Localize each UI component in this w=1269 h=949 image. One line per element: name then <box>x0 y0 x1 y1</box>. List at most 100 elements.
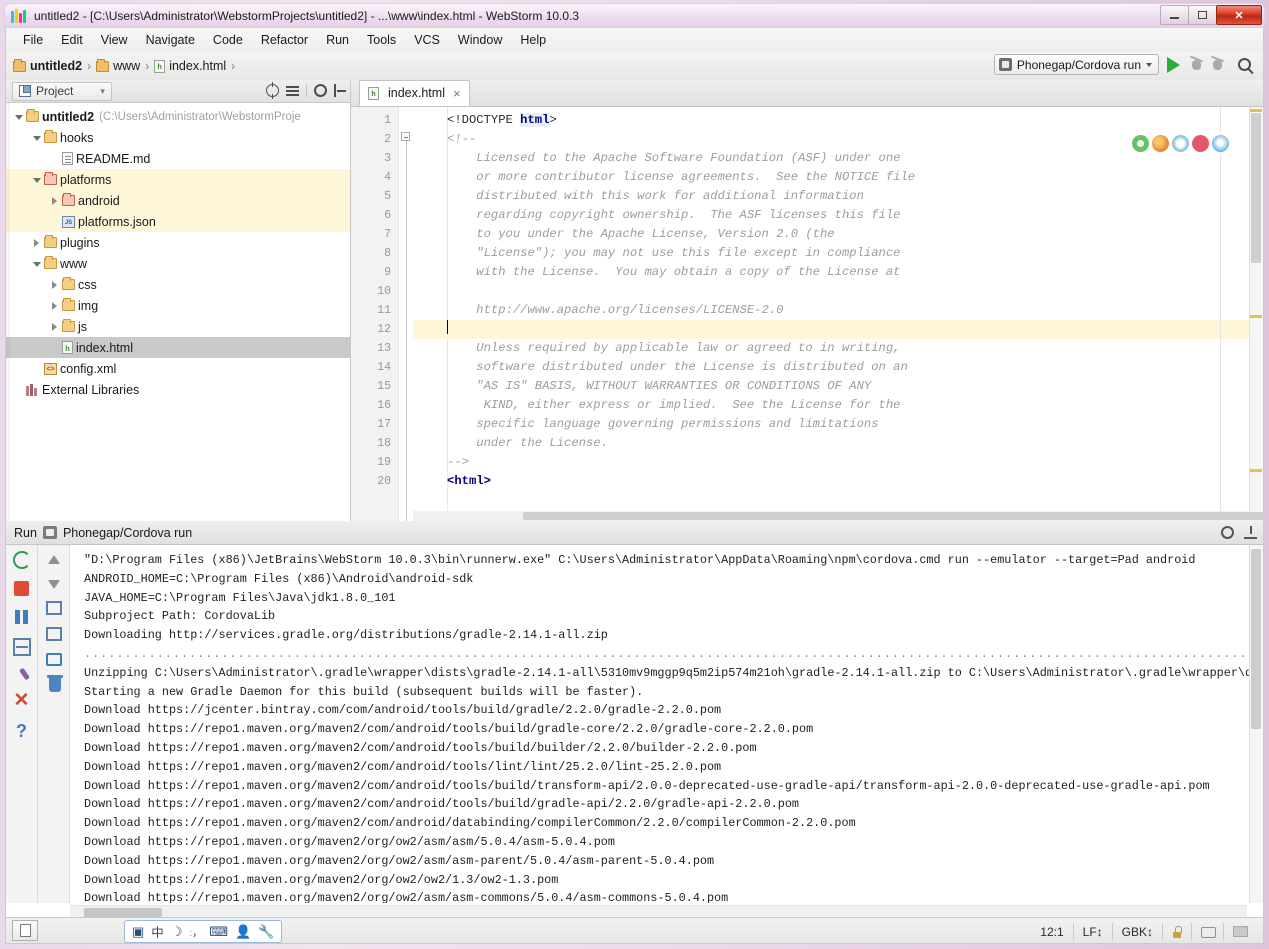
tree-node-external-libraries[interactable]: External Libraries <box>6 379 350 400</box>
soft-wrap-icon[interactable] <box>45 601 62 615</box>
tree-scrollbar[interactable] <box>6 103 10 521</box>
run-configuration-selector[interactable]: Phonegap/Cordova run <box>993 54 1159 75</box>
ime-toolbar[interactable]: ▣ 中 ☽ ː， ⌨ 👤 🔧 <box>124 920 283 943</box>
pin-icon[interactable] <box>18 667 30 681</box>
editor-scrollbar[interactable] <box>1249 107 1263 521</box>
breadcrumb-item-www[interactable]: www <box>113 59 140 73</box>
breadcrumb-item-untitled2[interactable]: untitled2 <box>30 59 82 73</box>
tree-node-index-html[interactable]: h index.html <box>6 337 350 358</box>
tree-node-plugins[interactable]: plugins <box>6 232 350 253</box>
chevron-down-icon[interactable] <box>30 173 44 187</box>
console-output[interactable]: "D:\Program Files (x86)\JetBrains\WebSto… <box>70 545 1263 903</box>
editor-marker-warning-2[interactable] <box>1250 469 1262 472</box>
tree-node-platforms[interactable]: platforms <box>6 169 350 190</box>
menu-navigate[interactable]: Navigate <box>137 30 204 50</box>
menu-refactor[interactable]: Refactor <box>252 30 317 50</box>
code-line[interactable]: under the License. <box>413 434 1263 453</box>
chevron-down-icon[interactable] <box>30 257 44 271</box>
fold-marker-comment[interactable] <box>401 132 410 141</box>
menu-file[interactable]: File <box>14 30 52 50</box>
editor-scrollbar-thumb[interactable] <box>1251 113 1261 263</box>
code-line[interactable] <box>413 320 1263 339</box>
pause-icon[interactable] <box>13 608 31 626</box>
close-button[interactable]: ✕ <box>1216 5 1262 25</box>
collapse-all-icon[interactable] <box>286 84 299 97</box>
chrome-icon[interactable] <box>1132 135 1149 152</box>
hide-icon[interactable] <box>1244 526 1257 539</box>
tree-node-config-xml[interactable]: <> config.xml <box>6 358 350 379</box>
hide-icon[interactable] <box>334 84 346 97</box>
firefox-icon[interactable] <box>1152 135 1169 152</box>
project-tab[interactable]: Project ▾ <box>12 81 112 101</box>
close-icon[interactable]: ✕ <box>13 691 31 710</box>
rerun-icon[interactable] <box>12 551 31 569</box>
tree-node-www[interactable]: www <box>6 253 350 274</box>
layout-icon[interactable] <box>12 638 31 656</box>
ime-punctuation-icon[interactable]: ː， <box>189 924 202 939</box>
toggle-tool-windows-button[interactable] <box>12 920 38 941</box>
menu-code[interactable]: Code <box>204 30 252 50</box>
code-editor[interactable]: 1 2 3 4 5 6 7 8 9 10 11 12 13 14 15 16 17 18 19 20 <!DOCTYP… <box>351 107 1263 521</box>
chevron-right-icon[interactable] <box>48 299 62 313</box>
file-encoding[interactable]: GBK↕ <box>1111 923 1162 940</box>
menu-view[interactable]: View <box>92 30 137 50</box>
menu-tools[interactable]: Tools <box>358 30 405 50</box>
code-content[interactable]: <!DOCTYPE html> <!-- Licensed to the Apac… <box>413 107 1263 521</box>
code-line[interactable]: KIND, either express or implied. See the… <box>413 396 1263 415</box>
code-line[interactable]: "License"); you may not use this file ex… <box>413 244 1263 263</box>
run-panel-config-name[interactable]: Phonegap/Cordova run <box>63 526 192 540</box>
menu-edit[interactable]: Edit <box>52 30 92 50</box>
ime-moon-icon[interactable]: ☽ <box>171 924 183 940</box>
ime-mode-label[interactable]: 中 <box>151 922 164 941</box>
keyboard-icon[interactable]: ⌨ <box>209 924 228 940</box>
chevron-down-icon[interactable]: ▾ <box>100 86 105 97</box>
code-folding-gutter[interactable] <box>399 107 413 521</box>
database-icon[interactable] <box>1201 925 1216 938</box>
code-line[interactable]: software distributed under the License i… <box>413 358 1263 377</box>
opera-icon[interactable] <box>1192 135 1209 152</box>
breadcrumb-item-index-html[interactable]: index.html <box>169 59 226 73</box>
explorer-icon[interactable] <box>1212 135 1229 152</box>
minimize-button[interactable] <box>1160 5 1189 25</box>
search-icon[interactable] <box>1238 58 1251 71</box>
code-line[interactable]: with the License. You may obtain a copy … <box>413 263 1263 282</box>
console-scrollbar-thumb[interactable] <box>1251 549 1261 729</box>
tree-node-platforms-json[interactable]: JS platforms.json <box>6 211 350 232</box>
code-line[interactable]: <!DOCTYPE html> <box>413 111 1263 130</box>
code-line[interactable]: Unless required by applicable law or agr… <box>413 339 1263 358</box>
stop-icon[interactable] <box>14 581 29 596</box>
close-tab-icon[interactable]: × <box>453 86 461 101</box>
code-line[interactable]: to you under the Apache License, Version… <box>413 225 1263 244</box>
safari-icon[interactable] <box>1172 135 1189 152</box>
code-line[interactable]: specific language governing permissions … <box>413 415 1263 434</box>
chevron-right-icon[interactable] <box>48 320 62 334</box>
menu-run[interactable]: Run <box>317 30 358 50</box>
debug-icon[interactable] <box>1188 56 1205 73</box>
tree-node-img[interactable]: img <box>6 295 350 316</box>
menu-help[interactable]: Help <box>511 30 555 50</box>
chevron-right-icon[interactable] <box>30 236 44 250</box>
code-line[interactable]: --> <box>413 453 1263 472</box>
editor-hscrollbar[interactable] <box>413 511 1263 521</box>
maximize-button[interactable] <box>1188 5 1217 25</box>
scroll-up-icon[interactable] <box>47 555 60 564</box>
editor-hscrollbar-thumb[interactable] <box>523 512 1263 520</box>
editor-tab-index-html[interactable]: h index.html × <box>359 80 470 106</box>
chevron-down-icon[interactable] <box>12 110 26 124</box>
settings-icon[interactable] <box>314 84 327 97</box>
clear-all-icon[interactable] <box>47 675 63 692</box>
editor-marker-caret[interactable] <box>1250 315 1262 318</box>
code-line[interactable] <box>413 282 1263 301</box>
tree-node-css[interactable]: css <box>6 274 350 295</box>
code-line[interactable]: "AS IS" BASIS, WITHOUT WARRANTIES OR CON… <box>413 377 1263 396</box>
tree-node-js[interactable]: js <box>6 316 350 337</box>
menu-window[interactable]: Window <box>449 30 511 50</box>
tree-node-readme-md[interactable]: README.md <box>6 148 350 169</box>
code-line[interactable]: regarding copyright ownership. The ASF l… <box>413 206 1263 225</box>
coverage-icon[interactable] <box>1209 56 1226 73</box>
scroll-down-icon[interactable] <box>47 580 60 589</box>
help-icon[interactable]: ? <box>13 722 31 740</box>
print-icon[interactable] <box>45 653 62 666</box>
scroll-from-source-icon[interactable] <box>266 82 279 99</box>
wrench-icon[interactable]: 🔧 <box>258 924 274 940</box>
